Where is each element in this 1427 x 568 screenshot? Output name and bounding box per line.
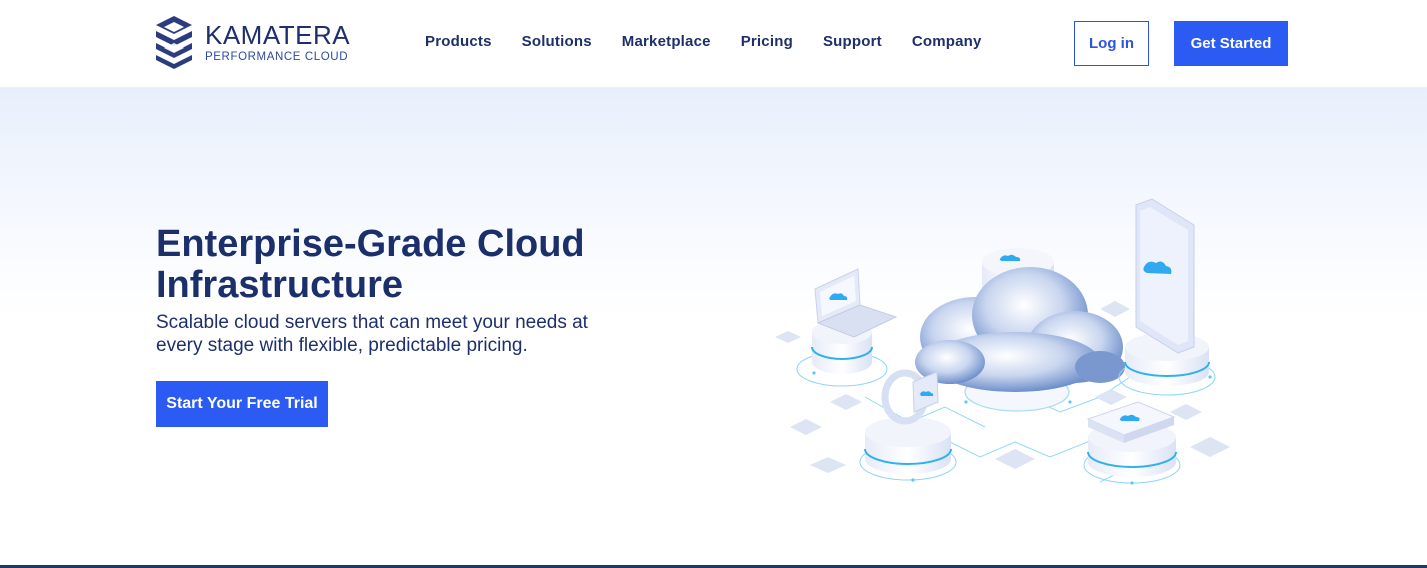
- hero-title: Enterprise-Grade Cloud Infrastructure: [156, 223, 585, 306]
- brand-name: KAMATERA: [205, 20, 351, 50]
- site-header: KAMATERA PERFORMANCE CLOUD Products Solu…: [0, 0, 1427, 87]
- cloud-network-illustration: [775, 198, 1230, 485]
- nav-company[interactable]: Company: [912, 33, 982, 50]
- nav-products[interactable]: Products: [425, 33, 492, 50]
- nav-marketplace[interactable]: Marketplace: [622, 33, 711, 50]
- kamatera-logo-icon: [156, 16, 192, 69]
- free-trial-button[interactable]: Start Your Free Trial: [156, 381, 328, 427]
- nav-solutions[interactable]: Solutions: [522, 33, 592, 50]
- brand-text: KAMATERA PERFORMANCE CLOUD: [205, 21, 350, 63]
- hero-subtitle: Scalable cloud servers that can meet you…: [156, 312, 588, 356]
- brand-logo[interactable]: KAMATERA PERFORMANCE CLOUD: [155, 14, 355, 70]
- brand-tagline: PERFORMANCE CLOUD: [205, 51, 349, 63]
- hero-section: Enterprise-Grade Cloud Infrastructure Sc…: [0, 87, 1427, 565]
- main-nav: Products Solutions Marketplace Pricing S…: [425, 33, 1012, 50]
- nav-pricing[interactable]: Pricing: [741, 33, 793, 50]
- login-button[interactable]: Log in: [1074, 21, 1149, 66]
- get-started-button[interactable]: Get Started: [1174, 21, 1288, 66]
- nav-support[interactable]: Support: [823, 33, 882, 50]
